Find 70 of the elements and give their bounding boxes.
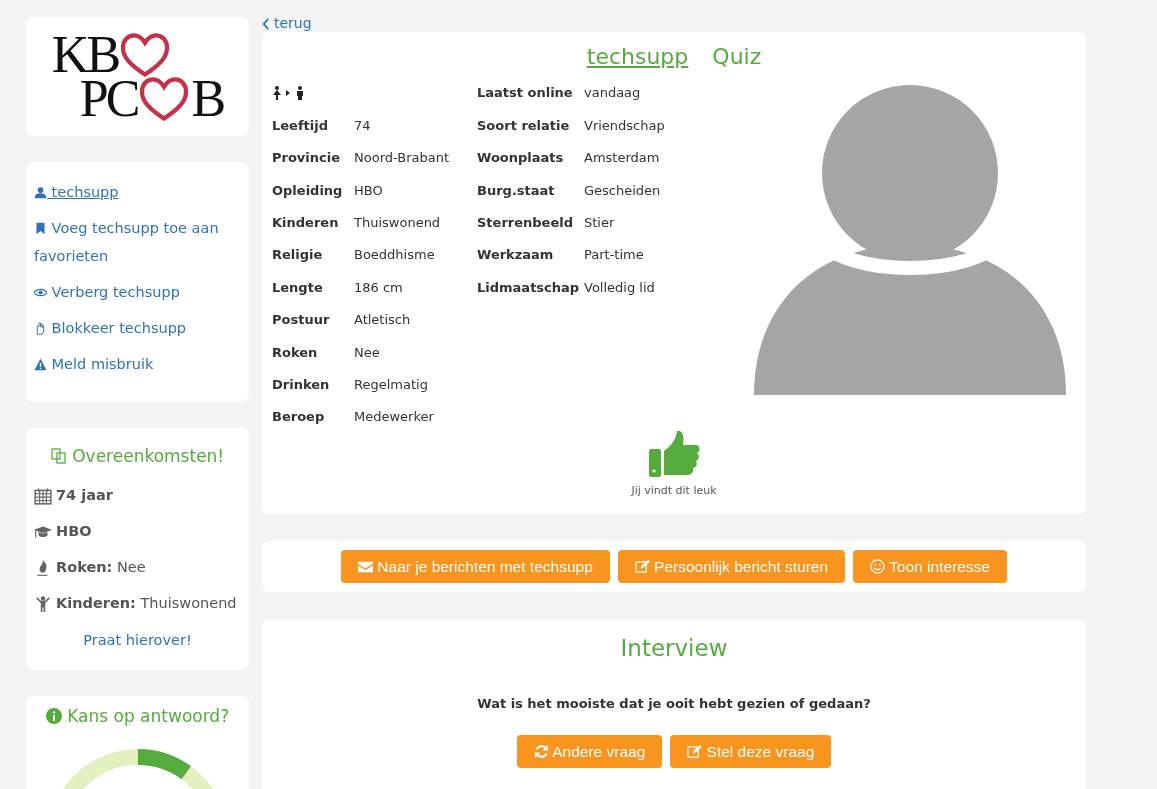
smiley-icon: [870, 558, 886, 574]
field-label: Beroep: [272, 408, 326, 427]
match-text: 74 jaar: [56, 485, 113, 505]
menu-link[interactable]: Voeg techsupp toe aan favorieten: [34, 214, 241, 270]
chevron-left-icon: [262, 18, 270, 30]
field-label: Laatst online: [477, 84, 574, 103]
edit-icon: [634, 558, 650, 574]
field-label: Burg.staat: [477, 181, 556, 200]
field-value: Gescheiden: [584, 181, 662, 200]
thumbs-up-icon[interactable]: [647, 429, 701, 480]
match-text: HBO: [56, 521, 92, 541]
field-value: Atletisch: [354, 311, 412, 330]
field-label: Kinderen: [272, 214, 340, 232]
field-label: Roken: [272, 343, 319, 362]
user-icon: [34, 186, 47, 199]
eye-icon: [34, 286, 47, 299]
field-value: Boeddhisme: [354, 246, 436, 265]
refresh-icon: [533, 744, 549, 759]
field-value: Part-time: [584, 246, 645, 265]
talk-link[interactable]: Praat hierover!: [34, 625, 241, 654]
field-value: vandaag: [584, 84, 642, 103]
match-text: Kinderen: Thuiswonend: [56, 593, 237, 613]
match-text: Roken: Nee: [56, 557, 146, 577]
field-label: Religie: [272, 246, 324, 265]
hand-icon: [34, 322, 47, 335]
field-value: 74: [354, 116, 372, 135]
field-value: 186 cm: [354, 278, 404, 297]
back-link[interactable]: terug: [262, 15, 312, 31]
edit-icon: [687, 744, 703, 759]
field-value: HBO: [354, 181, 384, 200]
menu-link[interactable]: techsupp: [34, 178, 241, 206]
field-label: Leeftijd: [272, 116, 329, 135]
interview-title: Interview: [619, 634, 729, 663]
menu-link[interactable]: Meld misbruik: [34, 350, 241, 378]
field-value: Volledig lid: [584, 278, 656, 297]
field-value: Stier: [584, 214, 616, 232]
username-link[interactable]: techsupp: [586, 40, 689, 73]
warning-icon: [34, 358, 47, 371]
menu-link[interactable]: Verberg techsupp: [34, 278, 241, 306]
logo-text: PC: [79, 78, 138, 119]
field-label: Drinken: [272, 375, 331, 394]
like-caption: Jij vindt dit leuk: [631, 483, 717, 500]
field-value: Regelmatig: [354, 375, 429, 394]
interview-question: Wat is het mooiste dat je ooit hebt gezien of gedaan?: [476, 694, 872, 713]
field-label: Lidmaatschap: [477, 278, 581, 297]
field-label: Provincie: [272, 149, 342, 168]
menu-link[interactable]: Blokkeer techsupp: [34, 314, 241, 342]
info-icon: [45, 707, 62, 724]
logo-text: KB: [51, 34, 119, 75]
bookmark-icon: [34, 222, 47, 235]
field-label: Soort relatie: [477, 116, 571, 135]
field-label: Opleiding: [272, 181, 344, 200]
child-icon: [34, 594, 52, 613]
field-label: Woonplaats: [477, 149, 565, 168]
field-value: Amsterdam: [584, 149, 661, 168]
field-value: Noord-Brabant: [354, 149, 450, 168]
reply-chance-title: Kans op antwoord?: [34, 703, 241, 729]
field-label: Sterrenbeeld: [477, 214, 574, 232]
matches-title: Overeenkomsten!: [34, 444, 241, 470]
field-label: Werkzaam: [477, 246, 555, 265]
copy-icon: [50, 448, 67, 464]
field-value: Thuiswonend: [354, 214, 442, 232]
quiz-link[interactable]: Quiz: [712, 40, 762, 73]
field-value: Nee: [354, 343, 381, 362]
field-label: Postuur: [272, 311, 331, 330]
field-label: Lengte: [272, 278, 324, 297]
field-value: Vriendschap: [584, 116, 666, 135]
logo-text: B: [191, 78, 224, 119]
field-value: Medewerker: [354, 408, 435, 427]
calendar-icon: [34, 486, 52, 505]
